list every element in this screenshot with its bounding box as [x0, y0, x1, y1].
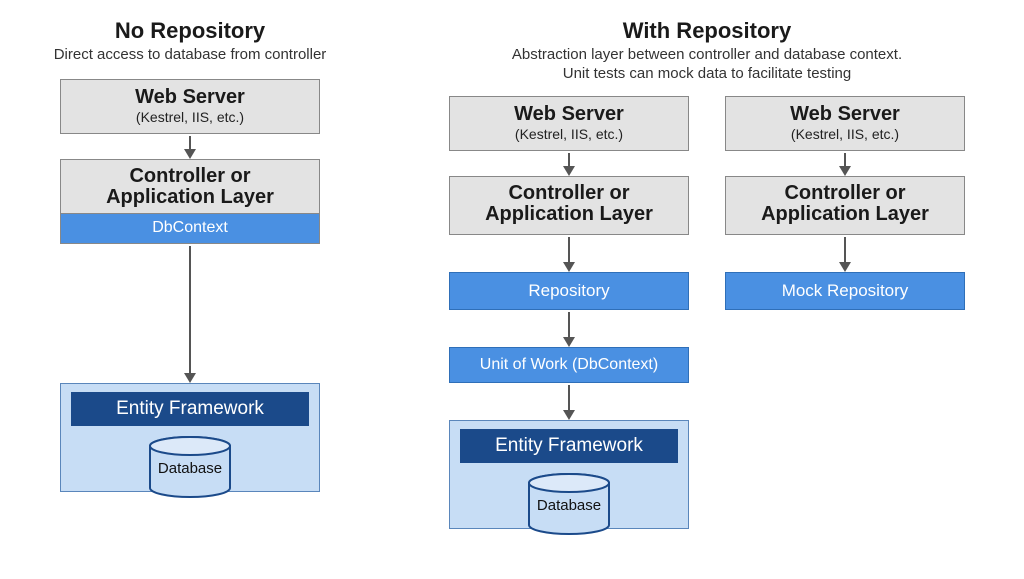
arrow-down-icon: [563, 237, 575, 272]
with-repo-subtitle: Abstraction layer between controller and…: [400, 46, 1014, 84]
controller-box: Controller or Application Layer: [449, 176, 689, 235]
unit-of-work-box: Unit of Work (DbContext): [449, 347, 689, 383]
with-repo-title: With Repository: [400, 18, 1014, 44]
web-server-sub: (Kestrel, IIS, etc.): [730, 126, 960, 142]
with-repo-stack-real: Web Server (Kestrel, IIS, etc.) Controll…: [449, 96, 689, 529]
ef-title: Entity Framework: [71, 392, 309, 426]
web-server-title: Web Server: [65, 86, 315, 108]
with-repo-stack-mock: Web Server (Kestrel, IIS, etc.) Controll…: [725, 96, 965, 529]
web-server-box: Web Server (Kestrel, IIS, etc.): [449, 96, 689, 151]
no-repo-stack: Web Server (Kestrel, IIS, etc.) Controll…: [60, 79, 320, 492]
diagram-root: No Repository Direct access to database …: [0, 0, 1024, 529]
arrow-down-icon: [563, 385, 575, 420]
with-repo-subtitle-line2: Unit tests can mock data to facilitate t…: [563, 65, 851, 82]
arrow-down-icon: [184, 246, 196, 383]
controller-line2: Application Layer: [454, 204, 684, 226]
web-server-box: Web Server (Kestrel, IIS, etc.): [725, 96, 965, 151]
web-server-sub: (Kestrel, IIS, etc.): [454, 126, 684, 142]
ef-title: Entity Framework: [460, 429, 678, 463]
repository-box: Repository: [449, 272, 689, 310]
controller-line1: Controller or: [454, 183, 684, 205]
web-server-sub: (Kestrel, IIS, etc.): [65, 109, 315, 125]
controller-line2: Application Layer: [65, 187, 315, 209]
web-server-title: Web Server: [454, 103, 684, 125]
controller-line1: Controller or: [65, 166, 315, 188]
arrow-down-icon: [184, 136, 196, 159]
arrow-down-icon: [563, 312, 575, 347]
controller-line1: Controller or: [730, 183, 960, 205]
entity-framework-panel: Entity Framework Database: [449, 420, 689, 529]
with-repo-subtitle-line1: Abstraction layer between controller and…: [512, 46, 902, 63]
with-repo-stacks: Web Server (Kestrel, IIS, etc.) Controll…: [400, 96, 1014, 529]
entity-framework-panel: Entity Framework Database: [60, 383, 320, 492]
arrow-down-icon: [563, 153, 575, 176]
database-label: Database: [537, 497, 601, 514]
controller-box: Controller or Application Layer: [60, 159, 320, 214]
column-with-repository: With Repository Abstraction layer betwee…: [400, 18, 1014, 529]
database-icon: Database: [526, 473, 612, 514]
no-repo-subtitle: Direct access to database from controlle…: [54, 46, 327, 65]
arrow-down-icon: [839, 237, 851, 272]
no-repo-title: No Repository: [115, 18, 265, 44]
controller-box: Controller or Application Layer: [725, 176, 965, 235]
arrow-down-icon: [839, 153, 851, 176]
controller-line2: Application Layer: [730, 204, 960, 226]
web-server-box: Web Server (Kestrel, IIS, etc.): [60, 79, 320, 134]
column-no-repository: No Repository Direct access to database …: [10, 18, 370, 529]
mock-repository-box: Mock Repository: [725, 272, 965, 310]
dbcontext-box: DbContext: [60, 214, 320, 244]
web-server-title: Web Server: [730, 103, 960, 125]
database-label: Database: [158, 460, 222, 477]
database-icon: Database: [147, 436, 233, 477]
